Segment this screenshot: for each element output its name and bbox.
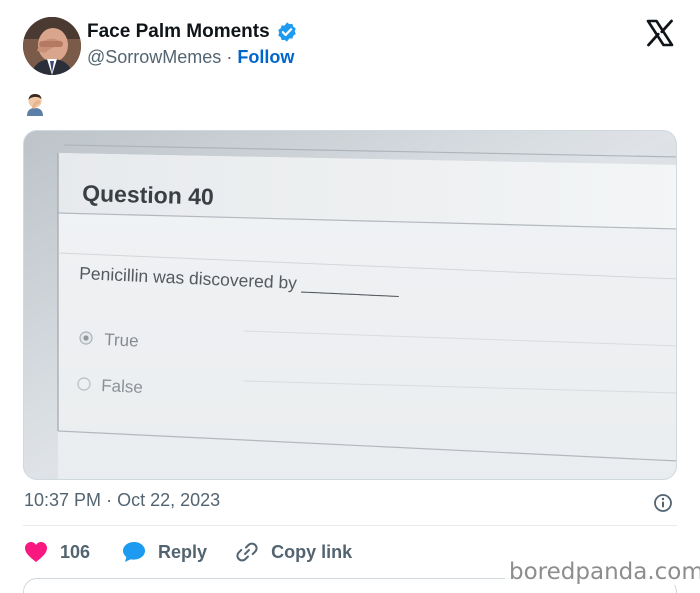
post-date: Oct 22, 2023 (117, 490, 221, 510)
follow-button[interactable]: Follow (237, 47, 294, 67)
watermark: boredpanda.com (505, 559, 700, 585)
like-count: 106 (60, 541, 91, 562)
action-bar: 106 Reply Copy link (24, 538, 352, 566)
reply-label: Reply (158, 541, 208, 562)
author-name[interactable]: Face Palm Moments (87, 21, 270, 43)
divider (23, 525, 677, 526)
tweet-card: Face Palm Moments @SorrowMemes · Follow (0, 0, 700, 593)
info-icon[interactable] (653, 493, 673, 513)
reply-button[interactable]: Reply (122, 541, 207, 563)
heart-icon (25, 542, 47, 562)
verified-badge-icon (277, 22, 296, 42)
handle-separator: · (226, 47, 233, 67)
x-logo-icon[interactable] (645, 18, 675, 48)
avatar-image (23, 17, 81, 75)
handle-row: @SorrowMemes · Follow (87, 47, 294, 68)
reply-bubble-icon (123, 542, 146, 562)
tweet-photo[interactable]: Question 40 Penicillin was discovered by… (23, 130, 677, 480)
author-name-row[interactable]: Face Palm Moments (87, 21, 298, 43)
post-time: 10:37 PM (24, 490, 102, 510)
link-icon (236, 542, 258, 562)
author-handle[interactable]: @SorrowMemes (87, 47, 221, 67)
copy-link-button[interactable]: Copy link (235, 540, 352, 564)
avatar[interactable] (23, 17, 81, 75)
photo-content: Question 40 Penicillin was discovered by… (24, 131, 676, 479)
time-separator: · (106, 490, 113, 510)
copy-link-label: Copy link (271, 541, 353, 562)
facepalm-emoji-icon (27, 94, 43, 116)
timestamp[interactable]: 10:37 PM · Oct 22, 2023 (24, 490, 220, 511)
like-button[interactable]: 106 (24, 541, 90, 563)
